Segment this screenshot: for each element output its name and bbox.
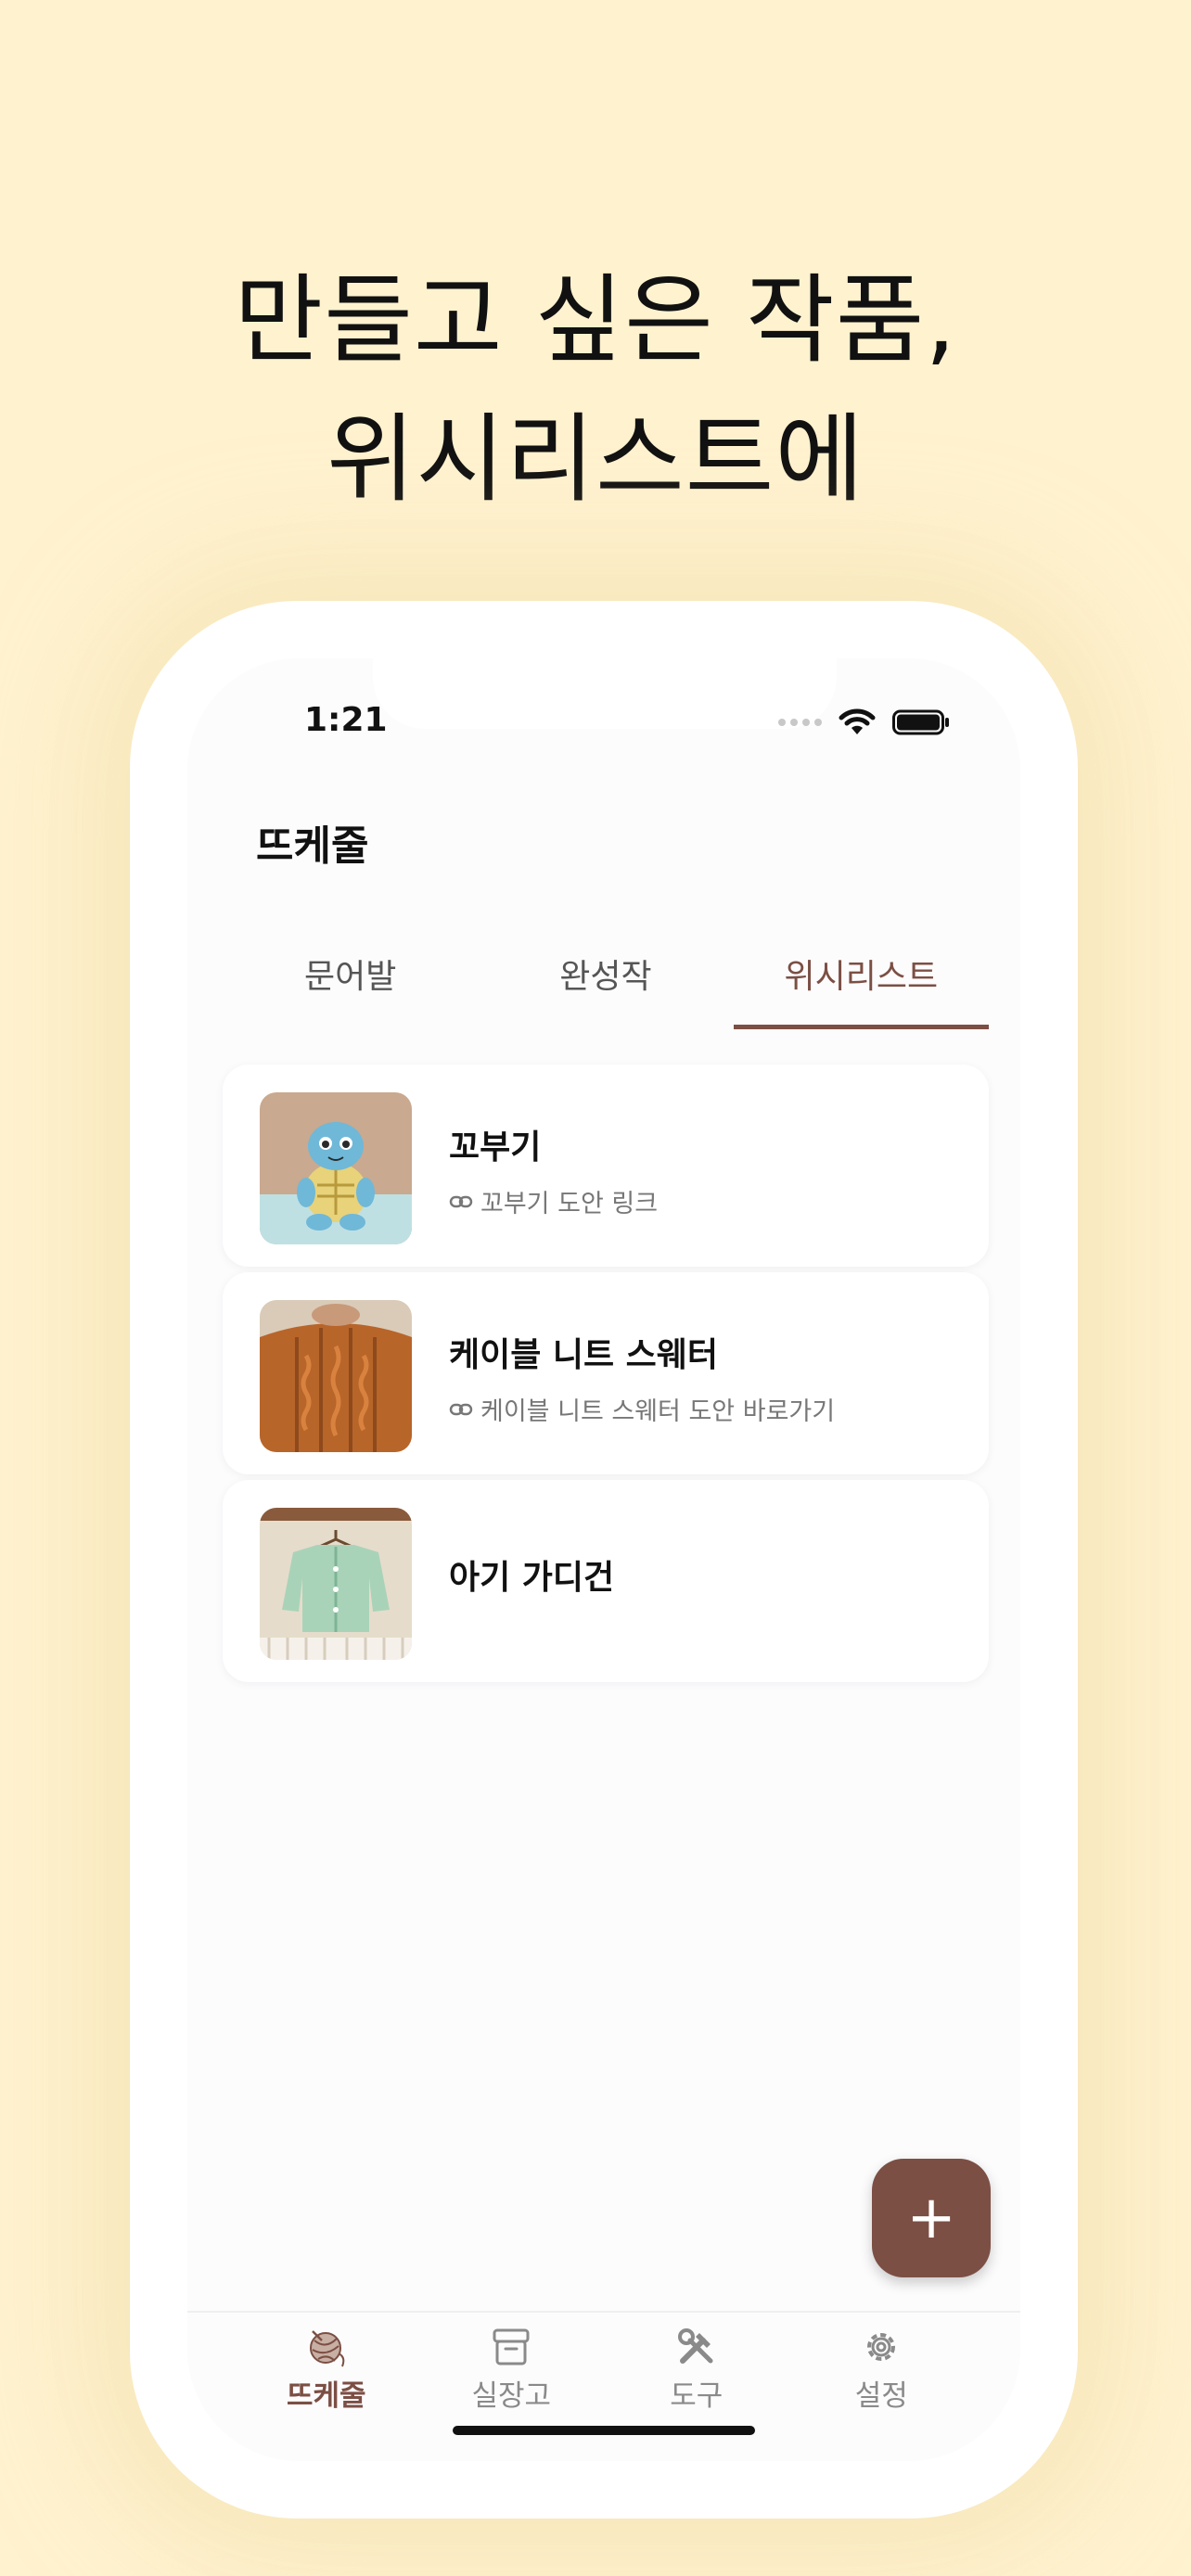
tab-tentacles[interactable]: 문어발: [223, 935, 478, 1013]
app-title: 뜨케줄: [256, 823, 369, 870]
item-link[interactable]: 케이블 니트 스웨터 도안 바로가기: [449, 1391, 835, 1427]
link-icon: [449, 1195, 473, 1207]
item-link-text: 꼬부기 도안 링크: [480, 1190, 659, 1218]
item-thumbnail: [260, 1300, 412, 1452]
headline: 만들고 싶은 작품, 위시리스트에: [0, 250, 1191, 529]
link-icon: [449, 1403, 473, 1415]
signal-icon: [778, 719, 822, 726]
item-thumbnail: [260, 1508, 412, 1660]
list-item[interactable]: 케이블 니트 스웨터 케이블 니트 스웨터 도안 바로가기: [223, 1272, 989, 1474]
item-link-text: 케이블 니트 스웨터 도안 바로가기: [480, 1397, 836, 1426]
wifi-icon: [839, 708, 876, 734]
segment-tabs: 문어발 완성작 위시리스트: [223, 935, 990, 1029]
nav-label: 설정: [854, 2379, 908, 2413]
gear-icon: [867, 2333, 896, 2361]
home-indicator: [453, 2426, 755, 2435]
nav-item-schedule[interactable]: 뜨케줄: [234, 2326, 419, 2461]
phone-frame: 1:21 뜨케줄 문어발 완성작 위시리스트 꼬부기 꼬부기 도안 링크 케이블…: [130, 601, 1078, 2519]
wishlist-list: 꼬부기 꼬부기 도안 링크 케이블 니트 스웨터 케이블 니트 스웨터 도안 바…: [223, 1065, 989, 1688]
nav-label: 실장고: [471, 2379, 552, 2413]
list-item[interactable]: 아기 가디건: [223, 1480, 989, 1682]
tab-wishlist[interactable]: 위시리스트: [733, 935, 990, 1029]
item-title: 케이블 니트 스웨터: [449, 1336, 719, 1374]
yarn-ball-icon: [309, 2330, 345, 2367]
nav-item-yarn-storage[interactable]: 실장고: [419, 2326, 605, 2461]
archive-box-icon: [493, 2328, 530, 2366]
tools-icon: [677, 2328, 713, 2364]
notch: [373, 658, 837, 729]
phone-screen: 1:21 뜨케줄 문어발 완성작 위시리스트 꼬부기 꼬부기 도안 링크 케이블…: [187, 658, 1020, 2461]
nav-item-settings[interactable]: 설정: [789, 2326, 975, 2461]
nav-label: 뜨케줄: [286, 2379, 366, 2413]
item-link[interactable]: 꼬부기 도안 링크: [449, 1183, 658, 1219]
headline-line-2: 위시리스트에: [326, 402, 865, 516]
battery-icon: [892, 709, 949, 735]
headline-line-1: 만들고 싶은 작품,: [234, 263, 957, 376]
tab-completed[interactable]: 완성작: [478, 935, 733, 1013]
status-time: 1:21: [304, 701, 388, 739]
status-indicators: [778, 708, 950, 736]
item-title: 꼬부기: [449, 1129, 542, 1167]
list-item[interactable]: 꼬부기 꼬부기 도안 링크: [223, 1065, 989, 1267]
item-thumbnail: [260, 1092, 412, 1244]
item-title: 아기 가디건: [449, 1559, 615, 1597]
bottom-navigation: 뜨케줄 실장고 도구 설정: [187, 2311, 1020, 2461]
nav-item-tools[interactable]: 도구: [604, 2326, 789, 2461]
add-item-button[interactable]: +: [872, 2159, 991, 2277]
nav-label: 도구: [670, 2379, 724, 2413]
